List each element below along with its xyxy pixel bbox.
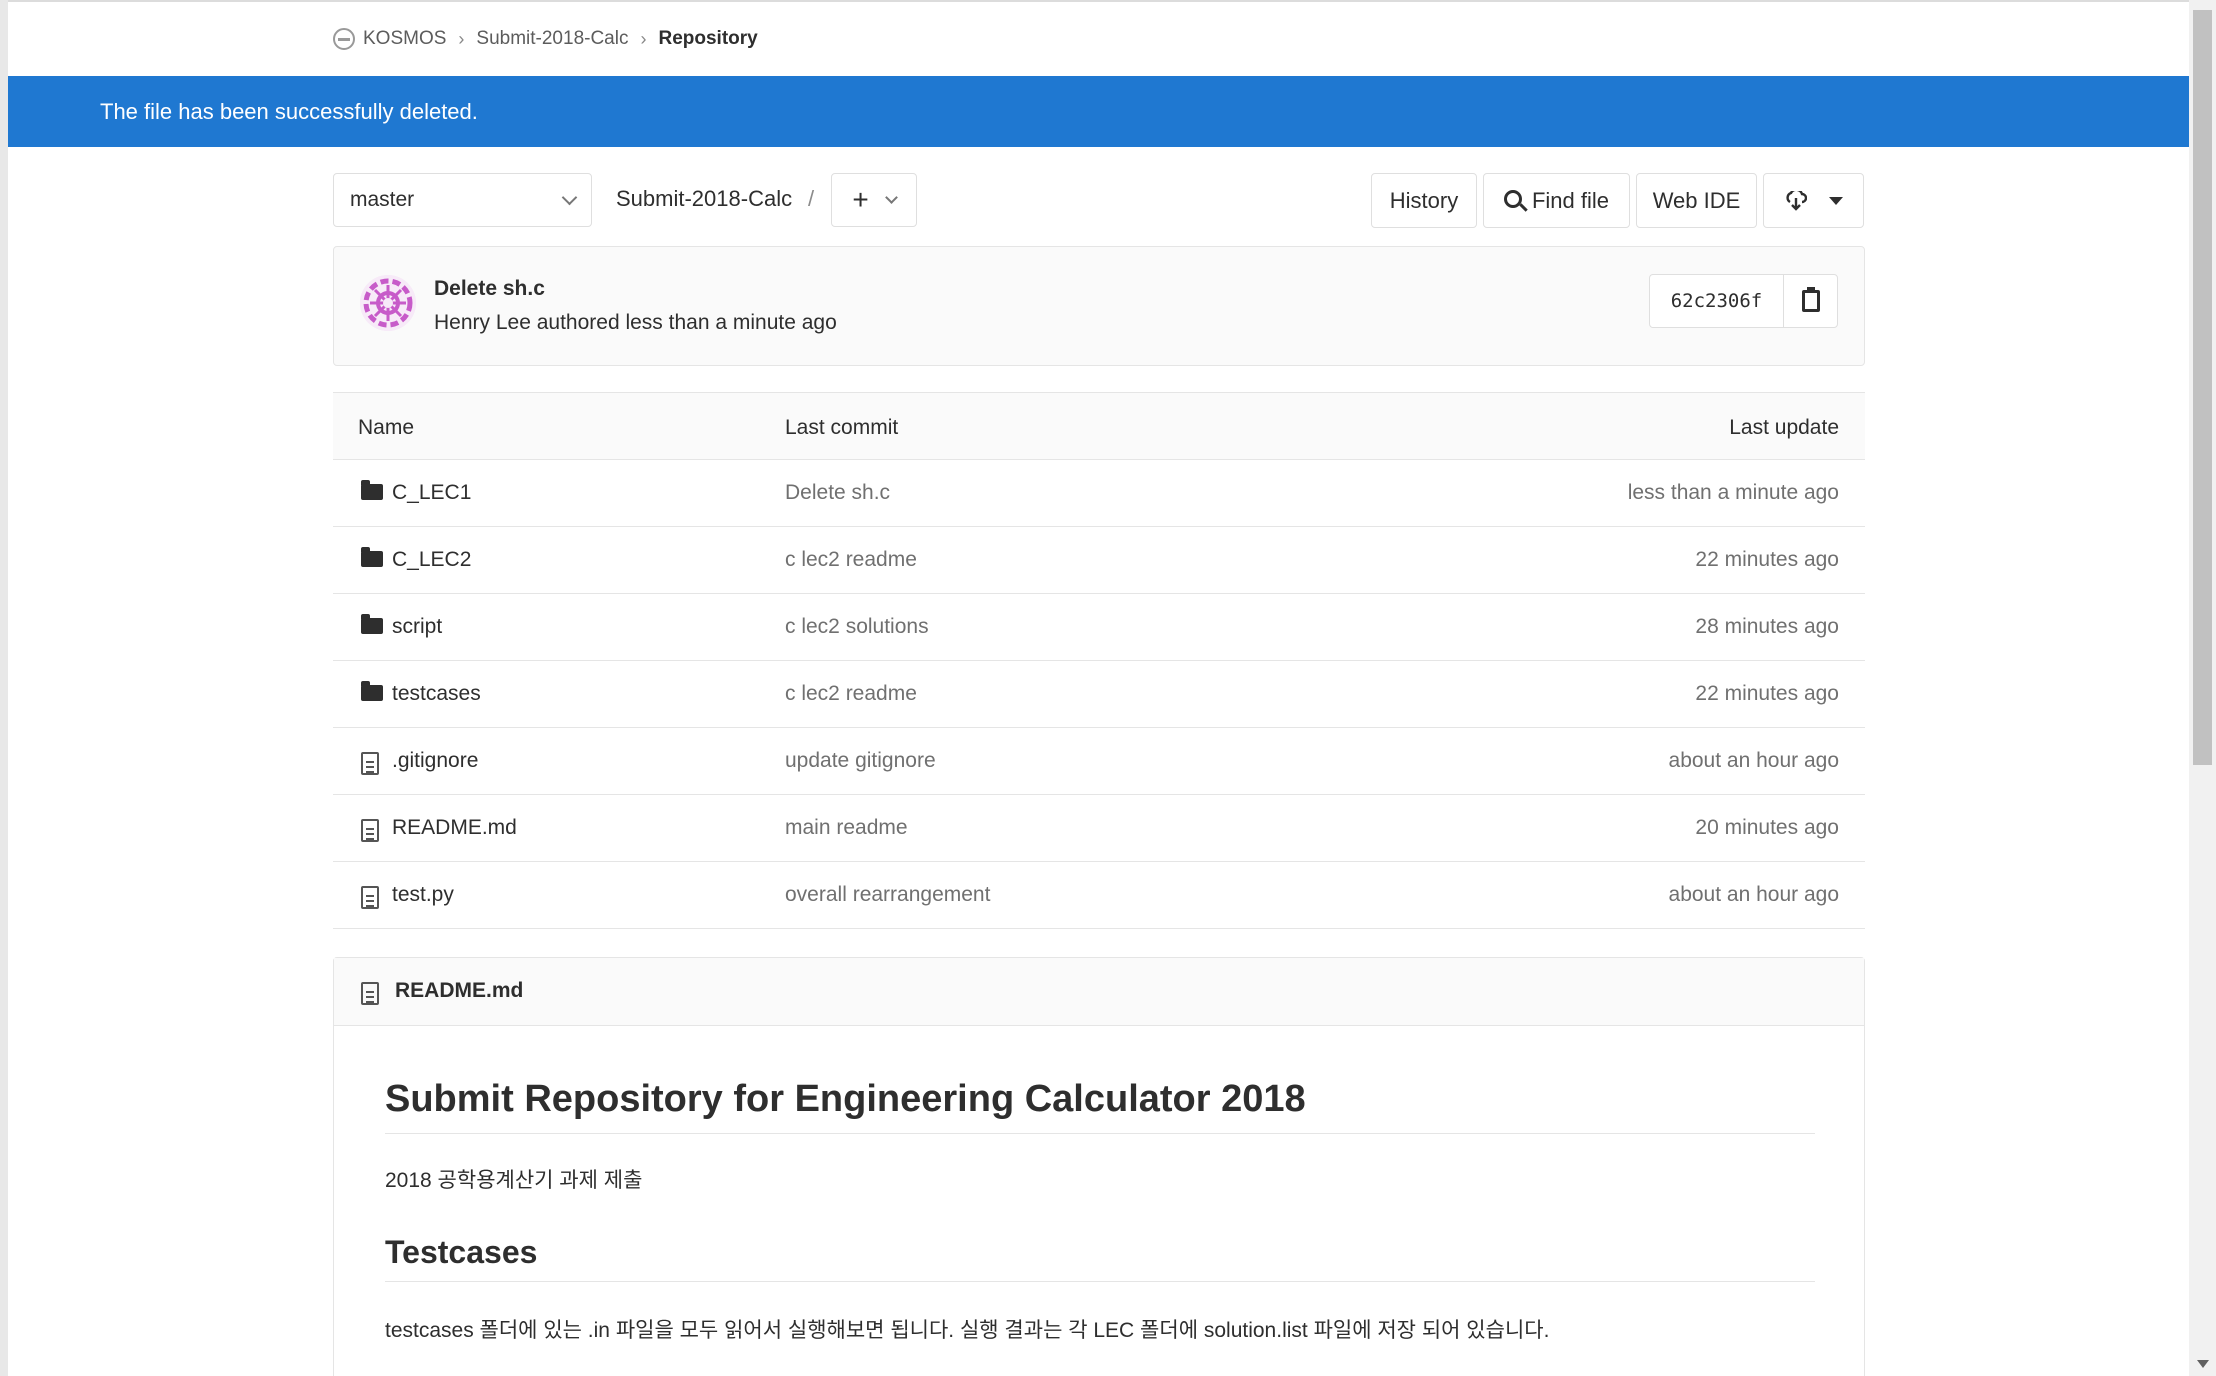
history-button-label: History xyxy=(1389,187,1459,213)
tree-item-commit[interactable]: c lec2 solutions xyxy=(785,615,929,639)
tree-item-commit[interactable]: main readme xyxy=(785,816,908,840)
caret-down-icon xyxy=(1828,196,1843,205)
tree-item-updated: about an hour ago xyxy=(1668,749,1839,772)
readme-heading-2: Testcases xyxy=(385,1234,1815,1282)
tree-item-updated: 28 minutes ago xyxy=(1695,615,1839,638)
file-icon xyxy=(361,886,379,909)
tree-item-commit[interactable]: overall rearrangement xyxy=(785,883,990,907)
folder-icon xyxy=(361,480,383,500)
breadcrumb-separator-icon: › xyxy=(458,28,465,49)
search-icon xyxy=(1503,190,1522,208)
commit-sha-link[interactable]: 62c2306f xyxy=(1650,275,1784,327)
table-row[interactable]: C_LEC2 c lec2 readme 22 minutes ago xyxy=(333,527,1865,594)
tree-item-name[interactable]: README.md xyxy=(392,816,517,840)
scrollbar-thumb[interactable] xyxy=(2193,10,2212,765)
tree-item-name[interactable]: C_LEC2 xyxy=(392,548,471,572)
file-tree-table: Name Last commit Last update C_LEC1 Delet… xyxy=(333,392,1865,929)
copy-sha-button[interactable] xyxy=(1784,275,1837,327)
tree-item-name[interactable]: .gitignore xyxy=(392,749,478,773)
tree-item-commit[interactable]: update gitignore xyxy=(785,749,936,773)
commit-meta: Henry Lee authored less than a minute ag… xyxy=(434,311,837,334)
tree-item-updated: less than a minute ago xyxy=(1627,481,1839,504)
readme-panel: README.md Submit Repository for Engineer… xyxy=(333,957,1865,1376)
vertical-scrollbar[interactable] xyxy=(2189,0,2216,1376)
table-row[interactable]: C_LEC1 Delete sh.c less than a minute ago xyxy=(333,460,1865,527)
add-to-tree-dropdown[interactable]: + xyxy=(831,173,917,227)
find-file-button[interactable]: Find file xyxy=(1483,173,1630,228)
flash-notice: The file has been successfully deleted. xyxy=(8,76,2189,147)
flash-message: The file has been successfully deleted. xyxy=(100,98,478,124)
repo-path-link[interactable]: Submit-2018-Calc xyxy=(616,186,792,212)
breadcrumb-group[interactable]: KOSMOS xyxy=(363,28,446,50)
column-header-last-commit: Last commit xyxy=(785,416,899,439)
readme-header: README.md xyxy=(334,958,1864,1026)
avatar[interactable] xyxy=(360,275,416,331)
path-separator: / xyxy=(808,186,815,211)
find-file-label: Find file xyxy=(1531,187,1610,213)
folder-icon xyxy=(361,614,383,634)
tree-item-commit[interactable]: c lec2 readme xyxy=(785,548,917,572)
tree-item-updated: 20 minutes ago xyxy=(1695,816,1839,839)
tree-item-name[interactable]: test.py xyxy=(392,883,454,907)
readme-heading-1: Submit Repository for Engineering Calcul… xyxy=(385,1078,1815,1134)
web-ide-button[interactable]: Web IDE xyxy=(1636,173,1757,228)
table-row[interactable]: test.py overall rearrangement about an hou… xyxy=(333,862,1865,929)
breadcrumb: KOSMOS › Submit-2018-Calc › Repository xyxy=(333,24,758,54)
file-icon xyxy=(361,752,379,775)
tree-item-name[interactable]: C_LEC1 xyxy=(392,481,471,505)
branch-dropdown[interactable]: master xyxy=(333,173,592,227)
chevron-down-icon xyxy=(884,190,898,204)
commit-title-link[interactable]: Delete sh.c xyxy=(434,277,545,301)
table-row[interactable]: README.md main readme 20 minutes ago xyxy=(333,795,1865,862)
tree-item-updated: 22 minutes ago xyxy=(1695,682,1839,705)
tree-item-updated: 22 minutes ago xyxy=(1695,548,1839,571)
readme-paragraph-1: 2018 공학용계산기 과제 제출 xyxy=(385,1169,643,1192)
table-header: Name Last commit Last update xyxy=(333,392,1865,460)
commit-sha-group: 62c2306f xyxy=(1649,274,1838,328)
left-edge xyxy=(0,0,8,1376)
web-ide-label: Web IDE xyxy=(1652,187,1741,213)
group-logo-icon[interactable] xyxy=(333,28,355,50)
folder-icon xyxy=(361,547,383,567)
folder-icon xyxy=(361,681,383,701)
table-row[interactable]: testcases c lec2 readme 22 minutes ago xyxy=(333,661,1865,728)
chevron-down-icon xyxy=(561,189,578,205)
file-icon xyxy=(361,819,379,842)
scroll-down-arrow-icon[interactable] xyxy=(2197,1360,2209,1368)
last-commit-panel: Delete sh.c Henry Lee authored less than… xyxy=(333,246,1865,366)
column-header-name: Name xyxy=(358,416,415,439)
breadcrumb-separator-icon: › xyxy=(640,28,647,49)
readme-paragraph-2: testcases 폴더에 있는 .in 파일을 모두 읽어서 실행해보면 됩니… xyxy=(385,1319,1550,1342)
table-body: C_LEC1 Delete sh.c less than a minute ago C… xyxy=(333,460,1865,929)
tree-item-commit[interactable]: c lec2 readme xyxy=(785,682,917,706)
window-top-border xyxy=(0,0,2216,2)
table-row[interactable]: .gitignore update gitignore about an hour … xyxy=(333,728,1865,795)
breadcrumb-project[interactable]: Submit-2018-Calc xyxy=(476,28,628,50)
tree-item-commit[interactable]: Delete sh.c xyxy=(785,481,890,505)
file-icon xyxy=(361,982,379,1005)
tree-item-updated: about an hour ago xyxy=(1668,883,1839,906)
tree-item-name[interactable]: testcases xyxy=(392,682,481,706)
table-row[interactable]: script c lec2 solutions 28 minutes ago xyxy=(333,594,1865,661)
breadcrumb-current[interactable]: Repository xyxy=(658,28,757,50)
download-icon xyxy=(1785,190,1807,211)
column-header-last-update: Last update xyxy=(1729,416,1839,439)
clipboard-icon xyxy=(1801,287,1820,312)
plus-icon: + xyxy=(852,184,869,215)
tree-item-name[interactable]: script xyxy=(392,615,442,639)
download-dropdown[interactable] xyxy=(1763,173,1864,228)
branch-name: master xyxy=(350,188,415,211)
readme-filename[interactable]: README.md xyxy=(395,979,523,1003)
history-button[interactable]: History xyxy=(1371,173,1477,228)
